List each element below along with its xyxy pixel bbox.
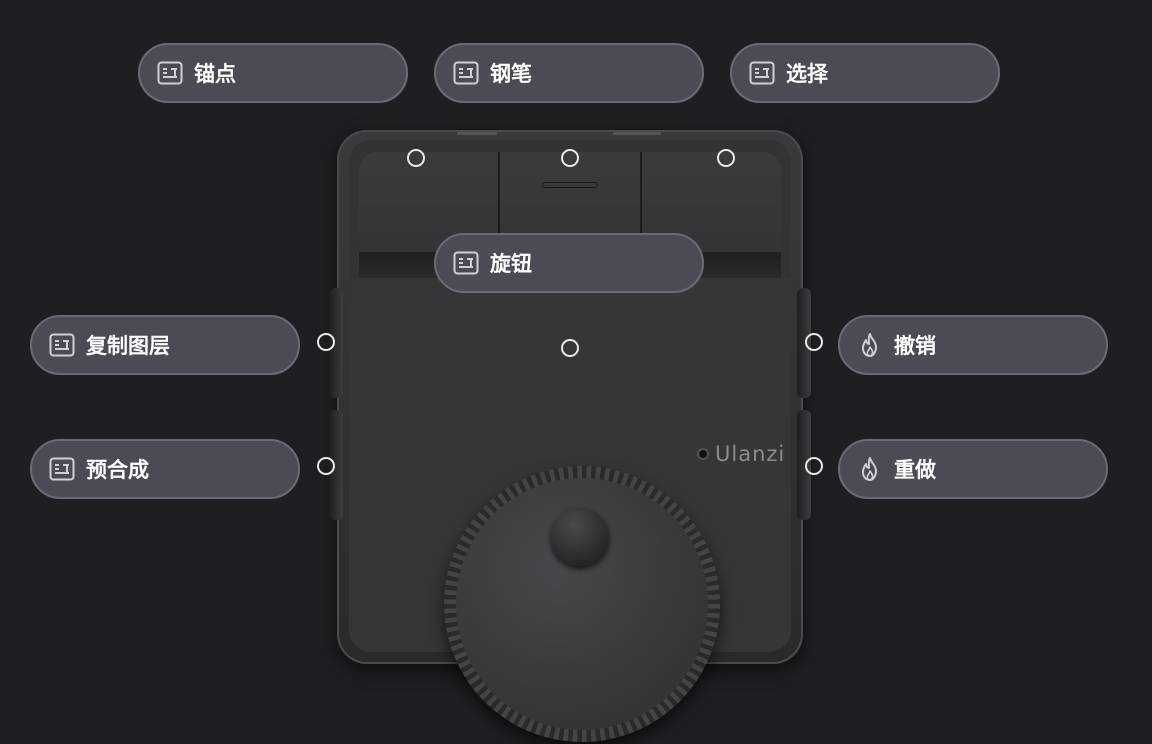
- right-bottom-marker[interactable]: [805, 457, 823, 475]
- left-top-action-label[interactable]: 复制图层: [30, 315, 300, 375]
- right-bottom-action-label[interactable]: 重做: [838, 439, 1108, 499]
- device-face: Ulanzi: [349, 278, 791, 742]
- right-top-marker[interactable]: [805, 333, 823, 351]
- left-top-action-text: 复制图层: [86, 334, 170, 358]
- right-bottom-action-text: 重做: [894, 458, 936, 482]
- layout-panel-icon: [156, 59, 184, 87]
- key-slot: [541, 182, 598, 188]
- left-top-marker[interactable]: [317, 333, 335, 351]
- key3-action-text: 选择: [786, 62, 828, 86]
- ulanzi-controller-device: Ulanzi: [337, 130, 803, 742]
- device-top-slot: [457, 132, 497, 135]
- left-bottom-marker[interactable]: [317, 457, 335, 475]
- flame-icon: [856, 455, 884, 483]
- brand-dot-icon: [697, 448, 709, 460]
- right-top-action-text: 撤销: [894, 334, 936, 358]
- layout-panel-icon: [452, 249, 480, 277]
- key3-marker[interactable]: [717, 149, 735, 167]
- right-top-action-label[interactable]: 撤销: [838, 315, 1108, 375]
- key1-action-text: 锚点: [194, 62, 236, 86]
- key1-action-label[interactable]: 锚点: [138, 43, 408, 103]
- device-top-slot: [613, 132, 661, 135]
- key1-marker[interactable]: [407, 149, 425, 167]
- key2-marker[interactable]: [561, 149, 579, 167]
- dial-knob-face: [456, 478, 708, 730]
- brand-name: Ulanzi: [715, 442, 786, 466]
- dial-action-label[interactable]: 旋钮: [434, 233, 704, 293]
- layout-panel-icon: [48, 455, 76, 483]
- key2-action-label[interactable]: 钢笔: [434, 43, 704, 103]
- key2-action-text: 钢笔: [490, 62, 532, 86]
- brand-logo: Ulanzi: [697, 442, 785, 466]
- key3-action-label[interactable]: 选择: [730, 43, 1000, 103]
- layout-panel-icon: [452, 59, 480, 87]
- controller-config-view: Ulanzi 锚点 钢笔 选择 旋钮 复制图层 预合成 撤销 重做: [0, 0, 1152, 744]
- layout-panel-icon: [48, 331, 76, 359]
- layout-panel-icon: [748, 59, 776, 87]
- dial-knob[interactable]: [444, 466, 720, 742]
- left-bottom-action-label[interactable]: 预合成: [30, 439, 300, 499]
- dial-marker[interactable]: [561, 339, 579, 357]
- dial-knob-dimple: [551, 508, 609, 566]
- left-bottom-action-text: 预合成: [86, 458, 149, 482]
- dial-action-text: 旋钮: [490, 252, 532, 276]
- flame-icon: [856, 331, 884, 359]
